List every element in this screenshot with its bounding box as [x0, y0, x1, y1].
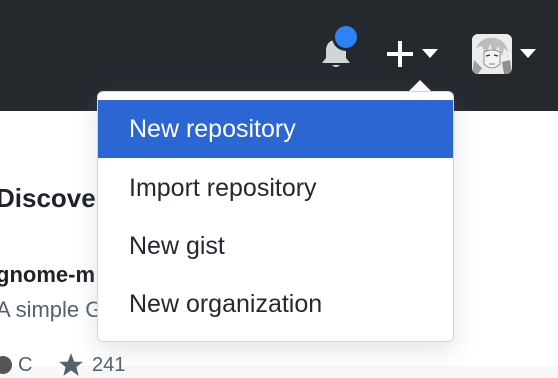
- create-dropdown-menu: New repository Import repository New gis…: [97, 91, 454, 342]
- repo-description: A simple G: [0, 297, 103, 322]
- avatar-image: [472, 34, 512, 74]
- section-title: Discove: [0, 183, 96, 213]
- create-new-button[interactable]: [382, 38, 444, 70]
- plus-icon: [387, 41, 413, 67]
- star-icon: [59, 353, 83, 376]
- caret-down-icon: [520, 49, 536, 58]
- user-menu-button[interactable]: [470, 32, 540, 76]
- menu-item-import-repository[interactable]: Import repository: [98, 159, 453, 217]
- avatar[interactable]: [472, 34, 512, 74]
- notification-indicator: [335, 26, 357, 48]
- menu-item-new-repository[interactable]: New repository: [98, 100, 453, 158]
- menu-item-new-organization[interactable]: New organization: [98, 275, 453, 333]
- caret-down-icon: [422, 49, 438, 58]
- language-color-dot: [0, 356, 12, 374]
- menu-item-new-gist[interactable]: New gist: [98, 217, 453, 275]
- repo-name-link[interactable]: gnome-m: [0, 262, 95, 288]
